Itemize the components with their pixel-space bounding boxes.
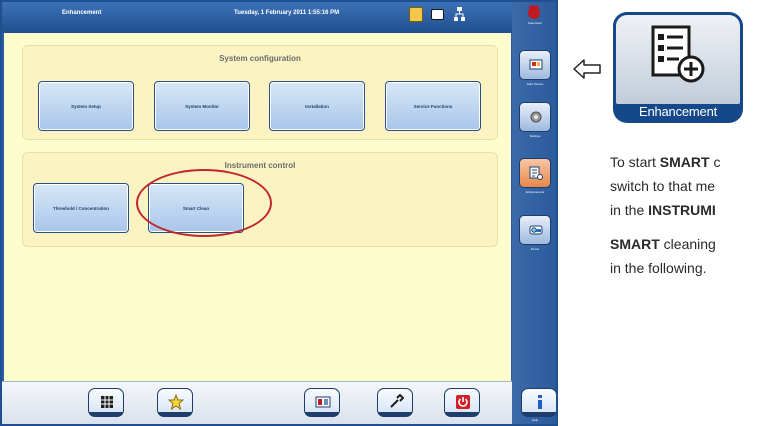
threshold-concentration-button[interactable]: Threshold / Concentration: [33, 183, 129, 233]
enhancement-tile: Enhancement: [613, 12, 743, 123]
doc-line-1: To start SMART c: [610, 150, 770, 174]
system-configuration-group: System configuration System Setup System…: [22, 45, 498, 140]
left-arrow-icon: [573, 59, 601, 79]
bottom-toolbar: [2, 381, 556, 424]
info-button[interactable]: [521, 388, 556, 417]
group-title: Instrument control: [224, 161, 296, 170]
doc-line-5: in the following.: [610, 260, 707, 276]
date-time: Tuesday, 1 February 2011 1:55:16 PM: [234, 10, 340, 16]
screen-title: Enhancement: [62, 10, 102, 16]
power-off-button[interactable]: [444, 388, 480, 417]
doc-paragraph-cleaning: SMART cleaning in the following.: [610, 232, 770, 284]
device-screen: Enhancement Tuesday, 1 February 2011 1:5…: [0, 0, 558, 426]
programs-label-bar: [89, 412, 123, 416]
instrument-control-group: Instrument control Threshold / Concentra…: [22, 152, 498, 247]
remote-service-button[interactable]: [304, 388, 340, 417]
installation-button[interactable]: Installation: [269, 81, 365, 131]
stage: Enhancement Tuesday, 1 February 2011 1:5…: [0, 0, 770, 426]
system-monitor-button[interactable]: System Monitor: [154, 81, 250, 131]
sidebar-label-supervisor: Supervisor: [527, 21, 543, 25]
enhancement-checklist-icon: [651, 25, 705, 83]
enhancement-label: Enhancement: [638, 104, 718, 119]
power-icon: [456, 395, 470, 409]
side-navigation: Supervisor Start Screen Settings Enhance…: [512, 2, 556, 424]
service-label-bar: [378, 412, 412, 416]
doc-bold: SMART: [610, 236, 660, 252]
enhancement-icon: [529, 166, 543, 180]
sidebar-label-enhancement: Enhancement: [525, 190, 545, 194]
group-title: System configuration: [219, 54, 301, 63]
start-screen-icon: [529, 59, 543, 70]
power-off-label-bar: [445, 412, 479, 416]
enhancement-tile-face: [616, 15, 740, 104]
service-button[interactable]: [377, 388, 413, 417]
network-icon[interactable]: [454, 7, 465, 22]
doc-text: c: [709, 154, 721, 170]
sidebar-item-start-screen[interactable]: [519, 50, 551, 80]
sidebar-label-help: Help: [531, 418, 539, 422]
sidebar-item-settings[interactable]: [519, 102, 551, 132]
errors-icon: [529, 225, 543, 235]
smart-clean-button[interactable]: Smart Clean: [148, 183, 244, 233]
sidebar-item-enhancement[interactable]: [519, 158, 551, 188]
main-panel: System configuration System Setup System…: [4, 33, 511, 381]
sidebar-label-settings: Settings: [529, 134, 541, 138]
info-label-bar: [522, 412, 556, 416]
doc-bold: INSTRUMI: [648, 202, 716, 218]
favorites-label-bar: [158, 412, 192, 416]
favorites-button[interactable]: [157, 388, 193, 417]
star-icon: [168, 394, 184, 410]
doc-text: cleaning: [659, 236, 716, 252]
sidebar-label-start-screen: Start Screen: [526, 82, 544, 86]
title-bar: Enhancement Tuesday, 1 February 2011 1:5…: [2, 2, 512, 33]
sidebar-item-errors[interactable]: [519, 215, 551, 245]
doc-line-3: in the INSTRUMI: [610, 198, 770, 222]
doc-line-4: SMART cleaning: [610, 232, 770, 256]
gear-icon: [530, 111, 542, 123]
storage-card-icon[interactable]: [409, 7, 423, 22]
doc-text: in the: [610, 202, 649, 218]
display-icon[interactable]: [431, 9, 444, 20]
doc-bold: SMART: [659, 154, 710, 170]
supervisor-icon[interactable]: [526, 5, 542, 19]
doc-text: To start: [610, 154, 660, 170]
service-functions-button[interactable]: Service Functions: [385, 81, 481, 131]
wrench-icon: [390, 394, 404, 408]
programs-button[interactable]: [88, 388, 124, 417]
remote-service-label-bar: [305, 412, 339, 416]
info-icon: [538, 395, 542, 409]
grid-icon: [101, 396, 113, 408]
sidebar-label-errors: Errors: [530, 247, 540, 251]
doc-line-2: switch to that me: [610, 178, 716, 194]
system-setup-button[interactable]: System Setup: [38, 81, 134, 131]
remote-service-icon: [315, 396, 331, 408]
doc-paragraph-start: To start SMART c switch to that me in th…: [610, 150, 770, 225]
